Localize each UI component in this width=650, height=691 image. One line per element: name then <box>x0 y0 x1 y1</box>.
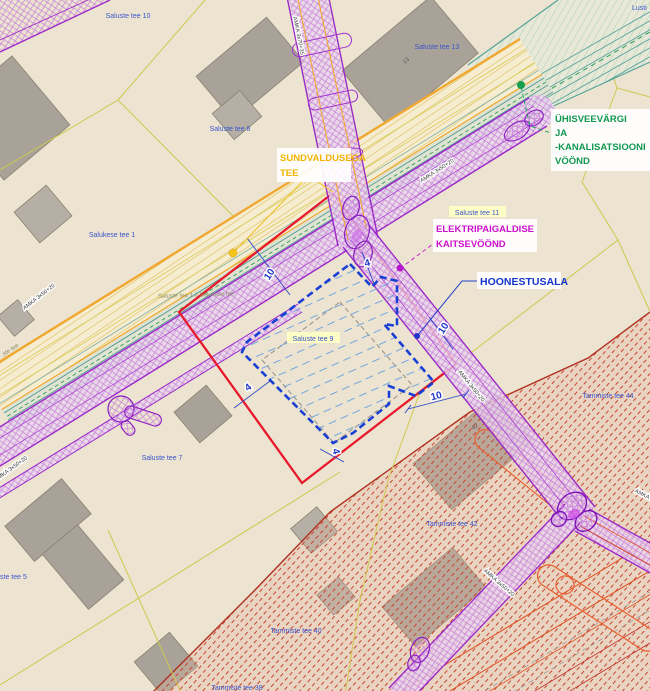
electrical-marker-dot <box>397 265 404 272</box>
annotation-text: ÜHISVEEVÄRGI <box>555 114 627 125</box>
annotation-text: VÖÖND <box>555 156 590 167</box>
annotation-electrical: ELEKTRIPAIGALDISE KAITSEVÖÖND <box>433 219 537 252</box>
parcel-label: Tammiste tee 44 <box>582 393 633 400</box>
parcel-label: Saluste tee 13 <box>415 44 460 51</box>
parcel-label: Saluste tee 7 <box>142 455 183 462</box>
annotation-text: KAITSEVÖÖND <box>436 239 506 250</box>
water-marker-dot <box>517 81 525 89</box>
building-area-marker-dot <box>414 333 420 339</box>
parcel-label: Saluste tee 8 <box>210 126 251 133</box>
parcel-label: Lusti <box>632 5 647 12</box>
parcel-label: Saluste tee 11 <box>455 210 499 217</box>
parcel-label: Saluste tee 10 <box>106 13 151 20</box>
annotation-text: SUNDVALDUSEGA <box>280 153 366 164</box>
planning-map: 10 4 10 10 4 4 AMKA 3x70+35 AMKA 3x50+20… <box>0 0 650 691</box>
annotation-text: -KANALISATSIOONI <box>555 142 646 153</box>
parcel-label: Tammiste tee 42 <box>426 521 477 528</box>
parcel-label: Tammiste tee 38 <box>211 685 262 691</box>
annotation-water-sewer: ÜHISVEEVÄRGI JA -KANALISATSIOONI VÖÖND <box>551 109 650 171</box>
annotation-text: TEE <box>280 168 298 179</box>
parcel-label: Tammiste tee 40 <box>270 628 321 635</box>
map-canvas[interactable]: 10 4 10 10 4 4 AMKA 3x70+35 AMKA 3x50+20… <box>0 0 650 691</box>
annotation-text: JA <box>555 128 567 139</box>
easement-marker-dot <box>229 249 237 257</box>
annotation-text: ELEKTRIPAIGALDISE <box>436 224 534 235</box>
parcel-label: Saluste tee 9 <box>293 336 334 343</box>
annotation-text: HOONESTUSALA <box>480 276 569 288</box>
parcel-label: Salukese tee 1 <box>89 232 135 239</box>
annotation-building-area: HOONESTUSALA <box>477 272 569 289</box>
parcel-label: Saluste tee 5 <box>0 574 27 581</box>
